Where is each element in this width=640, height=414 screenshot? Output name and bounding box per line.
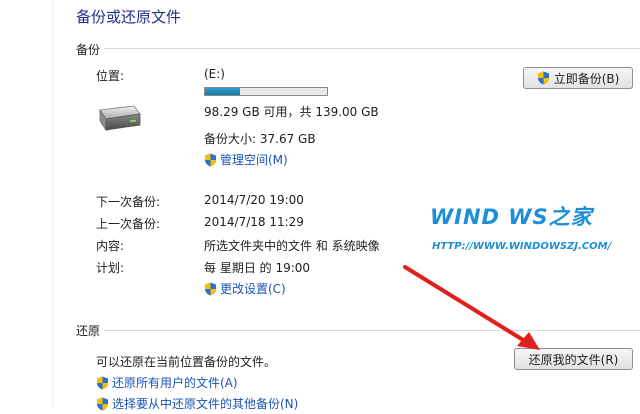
red-arrow-annotation xyxy=(403,265,540,350)
